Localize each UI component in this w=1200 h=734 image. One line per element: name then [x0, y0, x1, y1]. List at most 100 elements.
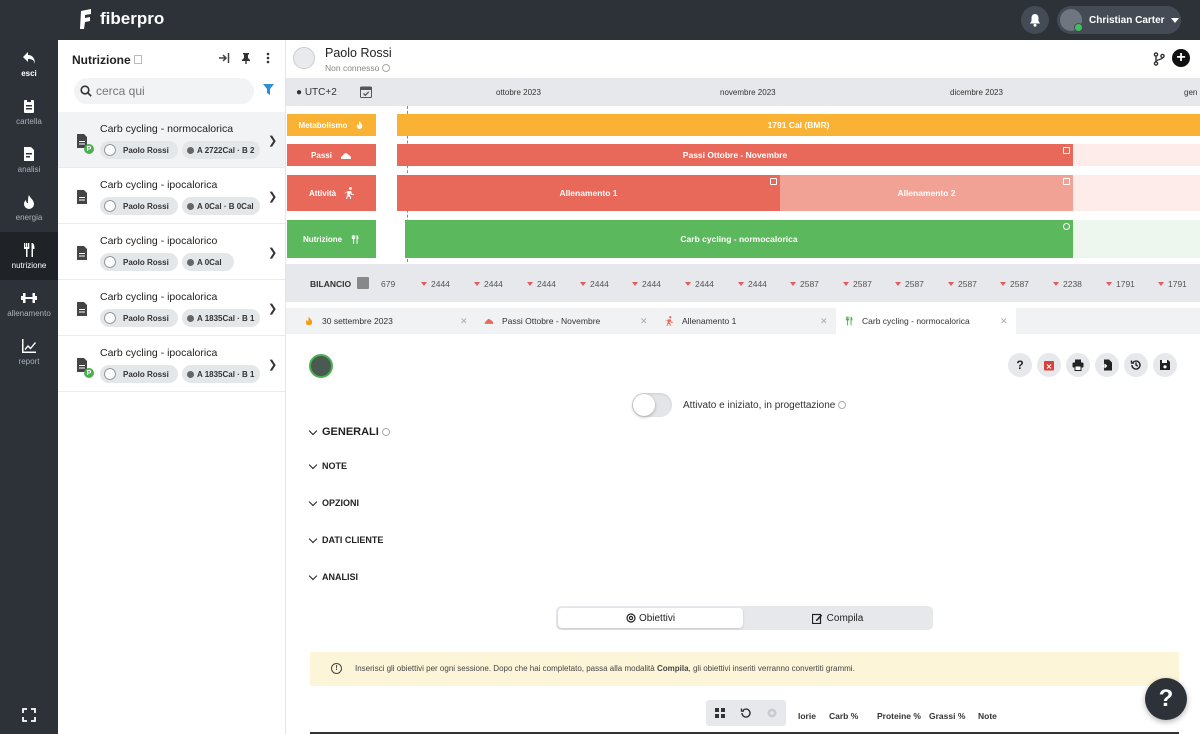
chevron-down-icon: [308, 497, 318, 506]
pin-icon[interactable]: [240, 52, 252, 64]
section-generali[interactable]: GENERALI: [308, 426, 390, 438]
mode-compila-button[interactable]: Compila: [744, 608, 931, 628]
help-tool-button[interactable]: ?: [1008, 353, 1032, 377]
history-button[interactable]: [1124, 353, 1148, 377]
plan-card[interactable]: Carb cycling - ipocalorica Paolo Rossi A…: [58, 168, 285, 224]
grid-icon[interactable]: [714, 707, 726, 719]
section-analisi[interactable]: ANALISI: [308, 571, 358, 582]
tab-label: Carb cycling - normocalorica: [862, 316, 970, 326]
chevron-down-icon: [308, 460, 318, 469]
nav-item-nutrizione[interactable]: nutrizione: [0, 232, 58, 280]
section-note[interactable]: NOTE: [308, 460, 347, 471]
calorie-chip: A 1835Cal · B 1: [182, 365, 260, 383]
nav-item-energia[interactable]: energia: [0, 184, 58, 232]
clipboard-icon: [24, 99, 34, 113]
plan-title: Carb cycling - normocalorica: [100, 123, 234, 135]
row-label-text: Nutrizione: [302, 234, 343, 244]
sync-icon[interactable]: [1063, 223, 1070, 230]
plan-card[interactable]: Carb cycling - ipocalorico Paolo Rossi A…: [58, 224, 285, 280]
calorie-chip: A 0Cal: [182, 253, 234, 271]
document-icon: [77, 302, 87, 316]
chevron-down-icon: [308, 534, 318, 543]
person-name: Paolo Rossi: [123, 313, 169, 323]
nav-item-cartella[interactable]: cartella: [0, 88, 58, 136]
add-button[interactable]: +: [1172, 49, 1190, 67]
tab-nutrition[interactable]: Carb cycling - normocalorica ✕: [836, 308, 1016, 334]
plan-card[interactable]: P Carb cycling - ipocalorica Paolo Rossi…: [58, 336, 285, 392]
search-input[interactable]: [96, 84, 246, 98]
undo-icon[interactable]: [740, 707, 752, 719]
steps-bar[interactable]: Passi Ottobre - Novembre: [397, 144, 1073, 166]
nav-label: report: [18, 357, 40, 366]
filter-icon[interactable]: [263, 84, 274, 95]
arrow-down-icon: [1053, 282, 1059, 286]
section-opzioni[interactable]: OPZIONI: [308, 497, 359, 508]
nav-label: cartella: [16, 117, 42, 126]
calendar-check-icon[interactable]: [360, 85, 372, 98]
settings-icon[interactable]: [766, 707, 778, 719]
arrow-down-icon: [843, 282, 849, 286]
balance-value-text: 1791: [1168, 279, 1187, 289]
fullscreen-icon[interactable]: [22, 708, 36, 722]
branch-icon[interactable]: [1153, 52, 1165, 66]
close-icon[interactable]: ✕: [640, 316, 648, 327]
training-bar-2[interactable]: Allenamento 2: [780, 175, 1073, 211]
row-label-metabolismo[interactable]: Metabolismo: [287, 114, 376, 136]
print-button[interactable]: [1066, 353, 1090, 377]
edit-icon[interactable]: [1063, 178, 1070, 185]
timezone-label[interactable]: ● UTC+2: [296, 87, 337, 98]
tab-label: Passi Ottobre - Novembre: [502, 316, 601, 326]
row-label-attivita[interactable]: Attività: [287, 175, 376, 211]
user-menu[interactable]: Christian Carter: [1057, 6, 1181, 34]
bar-label: Allenamento 2: [897, 188, 956, 198]
calorie-value: A 0Cal · B 0Cal: [197, 201, 254, 211]
chevron-right-icon: ❯: [268, 359, 278, 371]
edit-icon[interactable]: [1063, 147, 1070, 154]
plan-card[interactable]: P Carb cycling - normocalorica Paolo Ros…: [58, 112, 285, 168]
nav-item-allenamento[interactable]: allenamento: [0, 280, 58, 328]
row-label-passi[interactable]: Passi: [287, 144, 376, 166]
app-logo[interactable]: fiberpro: [78, 9, 164, 29]
close-icon[interactable]: ✕: [460, 316, 468, 327]
toggle-label-text: Attivato e iniziato, in progettazione: [683, 400, 836, 411]
tab-steps[interactable]: Passi Ottobre - Novembre ✕: [484, 308, 654, 334]
tab-date[interactable]: 30 settembre 2023 ✕: [304, 308, 474, 334]
nav-item-report[interactable]: report: [0, 328, 58, 376]
mode-obiettivi-button[interactable]: Obiettivi: [558, 608, 743, 628]
balance-value: 2444: [474, 279, 503, 289]
training-bar-1[interactable]: Allenamento 1: [397, 175, 780, 211]
collapse-icon[interactable]: [218, 52, 230, 64]
close-icon[interactable]: ✕: [1000, 316, 1008, 327]
row-label-text: Passi: [311, 150, 332, 160]
nav-item-analisi[interactable]: analisi: [0, 136, 58, 184]
bar-chart-icon[interactable]: [357, 277, 369, 289]
person-avatar: [104, 256, 116, 268]
balance-value-text: 2444: [431, 279, 450, 289]
balance-value: 2444: [421, 279, 450, 289]
metabolism-bar[interactable]: 1791 Cal (BMR): [397, 114, 1200, 136]
tab-training[interactable]: Allenamento 1 ✕: [664, 308, 834, 334]
calendar-delete-button[interactable]: [1037, 353, 1061, 377]
balance-value-text: 2587: [1010, 279, 1029, 289]
help-fab-button[interactable]: ?: [1145, 678, 1187, 720]
close-icon[interactable]: ✕: [820, 316, 828, 327]
row-label-nutrizione[interactable]: Nutrizione: [287, 220, 376, 258]
plan-card[interactable]: Carb cycling - ipocalorica Paolo Rossi A…: [58, 280, 285, 336]
arrow-down-icon: [895, 282, 901, 286]
import-button[interactable]: [1095, 353, 1119, 377]
activation-toggle[interactable]: [632, 393, 672, 417]
calorie-chip: A 1835Cal · B 1: [182, 309, 260, 327]
printer-icon: [1072, 359, 1084, 371]
nav-item-esci[interactable]: esci: [0, 40, 58, 88]
nutrition-bar[interactable]: Carb cycling - normocalorica: [405, 220, 1073, 258]
nutrition-bar-extension: [1073, 220, 1200, 258]
bar-label: Carb cycling - normocalorica: [680, 234, 798, 244]
more-vertical-icon[interactable]: [262, 52, 274, 64]
mode-switch: Obiettivi Compila: [556, 606, 933, 630]
edit-icon[interactable]: [770, 178, 777, 185]
notice-text-bold: Compila: [656, 664, 689, 673]
exit-icon: [23, 52, 35, 64]
section-dati-cliente[interactable]: DATI CLIENTE: [308, 534, 383, 545]
notifications-button[interactable]: [1021, 6, 1049, 34]
save-button[interactable]: [1153, 353, 1177, 377]
